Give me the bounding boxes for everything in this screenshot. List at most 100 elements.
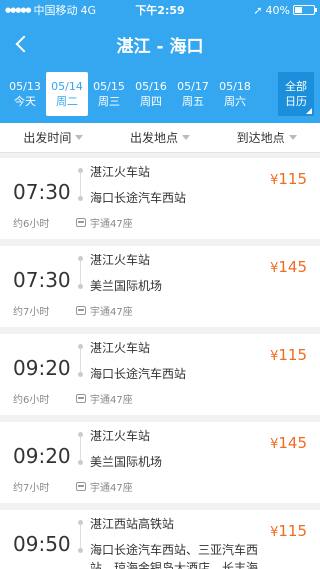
departure-time: 09:20 xyxy=(13,444,71,468)
date-label: 05/18 xyxy=(219,80,251,93)
bus-icon xyxy=(76,306,86,315)
bus-icon xyxy=(76,482,86,491)
trip-card[interactable]: 07:30 约7小时 湛江火车站 美兰国际机场 宇通47座 ¥145 xyxy=(0,246,320,327)
price: ¥145 xyxy=(270,258,307,276)
route-end-dot xyxy=(78,548,83,553)
duration: 约7小时 xyxy=(13,307,50,318)
date-tab[interactable]: 05/13 今天 xyxy=(4,72,46,116)
weekday-label: 周二 xyxy=(56,95,78,108)
bus-info: 宇通47座 xyxy=(76,303,133,318)
bus-info: 宇通47座 xyxy=(76,479,133,494)
route-end-dot xyxy=(78,372,83,377)
status-bar: ●●●●● 中国移动 4G 下午2:59 ➚ 40% xyxy=(0,0,320,20)
route-line xyxy=(80,257,81,287)
weekday-label: 周五 xyxy=(182,95,204,108)
bus-type: 宇通47座 xyxy=(90,395,133,406)
trip-card[interactable]: 07:30 约6小时 湛江火车站 海口长途汽车西站 宇通47座 ¥115 xyxy=(0,158,320,239)
caret-down-icon xyxy=(182,135,191,140)
battery-level xyxy=(295,7,303,13)
bus-type: 宇通47座 xyxy=(90,483,133,494)
price-value: 115 xyxy=(278,522,307,540)
departure-time-filter[interactable]: 出发时间 xyxy=(0,123,107,152)
departure-time: 09:20 xyxy=(13,356,71,380)
to-station: 美兰国际机场 xyxy=(90,455,163,469)
from-station: 湛江火车站 xyxy=(90,253,151,267)
route-line xyxy=(80,433,81,463)
bus-icon xyxy=(76,394,86,403)
price: ¥145 xyxy=(270,434,307,452)
date-tab[interactable]: 05/17 周五 xyxy=(172,72,214,116)
to-station: 美兰国际机场 xyxy=(90,279,163,293)
to-station: 海口长途汽车西站 xyxy=(90,191,187,205)
price-value: 145 xyxy=(278,434,307,452)
weekday-label: 周六 xyxy=(224,95,246,108)
duration: 约6小时 xyxy=(13,395,50,406)
route-end-dot xyxy=(78,196,83,201)
from-station: 湛江火车站 xyxy=(90,165,151,179)
bus-type: 宇通47座 xyxy=(90,307,133,318)
weekday-label: 周四 xyxy=(140,95,162,108)
departure-time: 09:50 xyxy=(13,532,71,556)
bus-info: 宇通47座 xyxy=(76,391,133,406)
date-label: 05/16 xyxy=(135,80,167,93)
calendar-label: 全部 xyxy=(285,80,307,93)
weekday-label: 周三 xyxy=(98,95,120,108)
route-start-dot xyxy=(78,432,83,437)
price: ¥115 xyxy=(270,522,307,540)
route-line xyxy=(80,169,81,199)
to-station: 海口长途汽车西站、三亚汽车西 xyxy=(90,543,259,557)
caret-down-icon xyxy=(288,135,297,140)
departure-time: 07:30 xyxy=(13,180,71,204)
route-line xyxy=(80,345,81,375)
bus-type: 宇通47座 xyxy=(90,219,133,230)
price: ¥115 xyxy=(270,346,307,364)
filter-label: 出发时间 xyxy=(23,131,72,145)
to-station: 海口长途汽车西站 xyxy=(90,367,187,381)
corner-triangle-icon xyxy=(306,108,312,114)
trip-card[interactable]: 09:50 湛江西站高铁站 海口长途汽车西站、三亚汽车西 站、琼海金银岛大酒店、… xyxy=(0,510,320,569)
battery-icon xyxy=(293,5,317,15)
weekday-label: 今天 xyxy=(14,95,36,108)
clock: 下午2:59 xyxy=(135,4,185,17)
date-tab[interactable]: 05/16 周四 xyxy=(130,72,172,116)
caret-down-icon xyxy=(75,135,84,140)
page-title: 湛江 - 海口 xyxy=(116,36,204,57)
filter-label: 到达地点 xyxy=(236,131,285,145)
from-station: 湛江火车站 xyxy=(90,429,151,443)
route-start-dot xyxy=(78,520,83,525)
date-label: 05/17 xyxy=(177,80,209,93)
date-tab[interactable]: 05/15 周三 xyxy=(88,72,130,116)
date-label: 05/13 xyxy=(9,80,41,93)
route-start-dot xyxy=(78,256,83,261)
date-tab[interactable]: 05/18 周六 xyxy=(214,72,256,116)
route-start-dot xyxy=(78,168,83,173)
to-station-continued: 站、琼海金银岛大酒店、长丰海 xyxy=(90,561,259,569)
filter-label: 出发地点 xyxy=(130,131,179,145)
route-start-dot xyxy=(78,344,83,349)
full-calendar-button[interactable]: 全部 日历 xyxy=(278,72,314,116)
departure-place-filter[interactable]: 出发地点 xyxy=(107,123,214,152)
trip-card[interactable]: 09:20 约6小时 湛江火车站 海口长途汽车西站 宇通47座 ¥115 xyxy=(0,334,320,415)
chevron-left-icon[interactable] xyxy=(12,32,36,56)
date-tabs: 05/13 今天 05/14 周二 05/15 周三 05/16 周四 05/17 周五 … xyxy=(4,72,256,116)
header-area: ●●●●● 中国移动 4G 下午2:59 ➚ 40% 湛江 - 海口 05/13… xyxy=(0,0,320,123)
filter-bar: 出发时间 出发地点 到达地点 xyxy=(0,123,320,153)
price: ¥115 xyxy=(270,170,307,188)
bus-info: 宇通47座 xyxy=(76,215,133,230)
arrival-place-filter[interactable]: 到达地点 xyxy=(213,123,320,152)
route-end-dot xyxy=(78,284,83,289)
from-station: 湛江西站高铁站 xyxy=(90,517,175,531)
duration: 约7小时 xyxy=(13,483,50,494)
trip-list: 07:30 约6小时 湛江火车站 海口长途汽车西站 宇通47座 ¥115 07:… xyxy=(0,153,320,569)
nav-bar: 湛江 - 海口 xyxy=(0,20,320,68)
price-value: 115 xyxy=(278,170,307,188)
route-end-dot xyxy=(78,460,83,465)
trip-card[interactable]: 09:20 约7小时 湛江火车站 美兰国际机场 宇通47座 ¥145 xyxy=(0,422,320,503)
departure-time: 07:30 xyxy=(13,268,71,292)
from-station: 湛江火车站 xyxy=(90,341,151,355)
date-label: 05/14 xyxy=(51,80,83,93)
bus-icon xyxy=(76,218,86,227)
calendar-label: 日历 xyxy=(285,95,307,108)
date-tab-selected[interactable]: 05/14 周二 xyxy=(46,72,88,116)
price-value: 145 xyxy=(278,258,307,276)
